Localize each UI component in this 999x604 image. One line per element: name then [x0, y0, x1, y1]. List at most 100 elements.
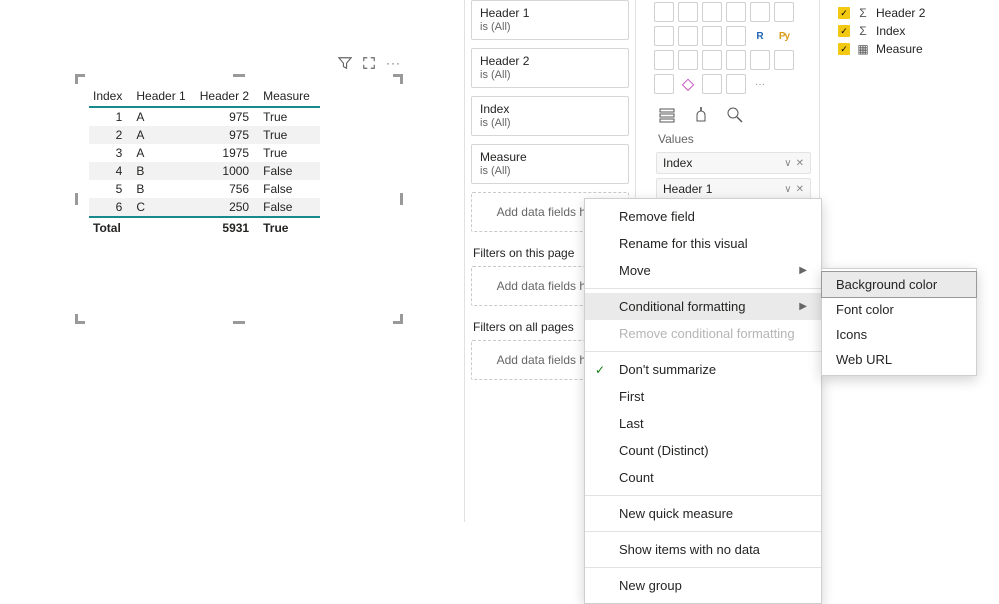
menu-last[interactable]: Last [585, 410, 821, 437]
filter-card-header2[interactable]: Header 2 is (All) [471, 48, 629, 88]
sigma-icon: Σ [856, 24, 870, 38]
menu-separator [585, 567, 821, 568]
viz-icon[interactable] [774, 2, 794, 22]
viz-icon[interactable] [702, 26, 722, 46]
filter-value: is (All) [480, 69, 620, 81]
viz-icon[interactable] [750, 2, 770, 22]
data-table: Index Header 1 Header 2 Measure 1A975Tru… [89, 86, 320, 237]
resize-handle-tr[interactable] [393, 74, 403, 84]
visual-more-options[interactable]: ··· [386, 56, 401, 70]
field-label: Header 2 [876, 6, 925, 20]
viz-icon[interactable] [654, 26, 674, 46]
table-row: 5B756False [89, 180, 320, 198]
table-row: 1A975True [89, 107, 320, 126]
menu-show-no-data[interactable]: Show items with no data [585, 536, 821, 563]
viz-icon[interactable] [726, 2, 746, 22]
analytics-tab-icon[interactable] [726, 106, 744, 124]
field-item-header2[interactable]: ✓ Σ Header 2 [838, 4, 993, 22]
resize-handle-mt[interactable] [233, 74, 245, 77]
checkbox-checked-icon[interactable]: ✓ [838, 43, 850, 55]
submenu-arrow-icon: ▶ [799, 265, 807, 276]
format-tab-icon[interactable] [692, 106, 710, 124]
filter-card-index[interactable]: Index is (All) [471, 96, 629, 136]
resize-handle-mr[interactable] [400, 193, 403, 205]
field-item-measure[interactable]: ✓ ▦ Measure [838, 40, 993, 58]
submenu-web-url[interactable]: Web URL [822, 347, 976, 372]
filter-card-measure[interactable]: Measure is (All) [471, 144, 629, 184]
table-row: 2A975True [89, 126, 320, 144]
checkbox-checked-icon[interactable]: ✓ [838, 25, 850, 37]
check-icon: ✓ [595, 363, 605, 377]
menu-separator [585, 351, 821, 352]
menu-new-group[interactable]: New group [585, 572, 821, 599]
menu-conditional-formatting[interactable]: Conditional formatting▶ [585, 293, 821, 320]
col-header-h2[interactable]: Header 2 [196, 86, 259, 107]
viz-icon[interactable] [678, 26, 698, 46]
col-header-index[interactable]: Index [89, 86, 132, 107]
submenu-icons[interactable]: Icons [822, 322, 976, 347]
filter-icon[interactable] [338, 56, 352, 70]
table-visual-selection[interactable]: ··· Index Header 1 Header 2 Measure 1A97… [77, 76, 401, 322]
menu-new-quick-measure[interactable]: New quick measure [585, 500, 821, 527]
viz-icon[interactable] [726, 26, 746, 46]
menu-first[interactable]: First [585, 383, 821, 410]
field-context-menu: Remove field Rename for this visual Move… [584, 198, 822, 604]
field-label: Measure [876, 42, 923, 56]
col-header-h1[interactable]: Header 1 [132, 86, 195, 107]
filter-name: Header 2 [480, 54, 620, 68]
viz-more-icon[interactable]: ··· [750, 74, 770, 94]
checkbox-checked-icon[interactable]: ✓ [838, 7, 850, 19]
resize-handle-ml[interactable] [75, 193, 78, 205]
chevron-down-icon[interactable]: ∨ [784, 158, 791, 169]
table-row: 3A1975True [89, 144, 320, 162]
filter-value: is (All) [480, 117, 620, 129]
resize-handle-mb[interactable] [233, 321, 245, 324]
chevron-down-icon[interactable]: ∨ [784, 184, 791, 195]
values-label: Values [654, 128, 813, 152]
py-visual-icon[interactable]: Py [774, 26, 794, 46]
field-well-label: Header 1 [663, 182, 712, 196]
filter-card-header1[interactable]: Header 1 is (All) [471, 0, 629, 40]
submenu-background-color[interactable]: Background color [822, 272, 976, 297]
resize-handle-br[interactable] [393, 314, 403, 324]
focus-mode-icon[interactable] [362, 56, 376, 70]
viz-icon[interactable] [654, 74, 674, 94]
menu-remove-conditional-formatting: Remove conditional formatting [585, 320, 821, 347]
viz-icon[interactable] [750, 50, 770, 70]
menu-separator [585, 288, 821, 289]
menu-count-distinct[interactable]: Count (Distinct) [585, 437, 821, 464]
field-well-index[interactable]: Index ∨ ✕ [656, 152, 811, 174]
import-visual-icon[interactable]: ◇ [678, 74, 698, 94]
viz-icon[interactable] [678, 2, 698, 22]
viz-icon[interactable] [654, 50, 674, 70]
menu-move[interactable]: Move▶ [585, 257, 821, 284]
filter-value: is (All) [480, 165, 620, 177]
filter-name: Index [480, 102, 620, 116]
r-visual-icon[interactable]: R [750, 26, 770, 46]
menu-dont-summarize[interactable]: ✓Don't summarize [585, 356, 821, 383]
viz-icon[interactable] [654, 2, 674, 22]
menu-remove-field[interactable]: Remove field [585, 203, 821, 230]
viz-icon[interactable] [726, 50, 746, 70]
remove-field-icon[interactable]: ✕ [796, 184, 804, 195]
resize-handle-bl[interactable] [75, 314, 85, 324]
submenu-arrow-icon: ▶ [799, 301, 807, 312]
field-well-header1[interactable]: Header 1 ∨ ✕ [656, 178, 811, 200]
fields-pane: ✓ Σ Header 2 ✓ Σ Index ✓ ▦ Measure [832, 0, 999, 522]
viz-icon[interactable] [702, 50, 722, 70]
viz-icon[interactable] [726, 74, 746, 94]
viz-icon[interactable] [702, 2, 722, 22]
viz-icon[interactable] [774, 50, 794, 70]
menu-rename[interactable]: Rename for this visual [585, 230, 821, 257]
fields-tab-icon[interactable] [658, 106, 676, 124]
menu-count[interactable]: Count [585, 464, 821, 491]
viz-gallery: R Py ◇ ··· [654, 0, 813, 100]
submenu-font-color[interactable]: Font color [822, 297, 976, 322]
remove-field-icon[interactable]: ✕ [796, 158, 804, 169]
resize-handle-tl[interactable] [75, 74, 85, 84]
col-header-measure[interactable]: Measure [259, 86, 320, 107]
field-item-index[interactable]: ✓ Σ Index [838, 22, 993, 40]
conditional-formatting-submenu: Background color Font color Icons Web UR… [821, 268, 977, 376]
viz-icon[interactable] [678, 50, 698, 70]
viz-icon[interactable] [702, 74, 722, 94]
